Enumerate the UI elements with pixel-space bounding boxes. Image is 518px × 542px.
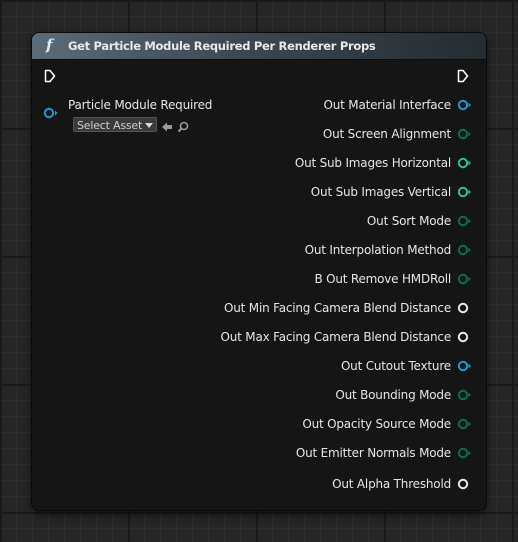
output-pin[interactable] [457,478,473,490]
output-pin-label: B Out Remove HMDRoll [314,272,451,286]
exec-output-pin-icon[interactable] [457,69,469,83]
output-pin-label: Out Emitter Normals Mode [295,446,451,460]
output-pin[interactable] [457,157,473,169]
output-pin-label: Out Sub Images Horizontal [294,156,451,170]
function-icon: f [46,36,53,54]
node-header[interactable]: f Get Particle Module Required Per Rende… [32,33,486,60]
output-pin-label: Out Bounding Mode [335,388,451,402]
output-pin[interactable] [457,389,473,401]
output-pin[interactable] [457,128,473,140]
output-pin[interactable] [457,418,473,430]
output-pin[interactable] [457,99,473,111]
output-pin[interactable] [457,273,473,285]
output-pin[interactable] [457,186,473,198]
particle-module-input-label: Particle Module Required [68,98,213,112]
output-pin[interactable] [457,360,473,372]
node-title: Get Particle Module Required Per Rendere… [68,39,376,53]
particle-module-input-pin[interactable] [43,107,59,119]
output-pin[interactable] [457,302,473,314]
exec-input-pin-icon[interactable] [44,69,56,83]
output-pin[interactable] [457,331,473,343]
select-asset-dropdown[interactable]: Select Asset [73,117,157,132]
output-pin[interactable] [457,447,473,459]
output-pin-label: Out Screen Alignment [322,127,451,141]
output-pin-label: Out Material Interface [323,98,452,112]
output-pin-label: Out Interpolation Method [304,243,452,257]
magnifier-icon[interactable] [177,118,189,133]
arrow-left-icon[interactable] [161,118,173,132]
output-pin[interactable] [457,244,473,256]
output-pin-label: Out Opacity Source Mode [302,417,451,431]
output-pin[interactable] [457,215,473,227]
chevron-down-icon [145,123,153,128]
output-pin-label: Out Max Facing Camera Blend Distance [220,330,452,344]
output-pin-label: Out Sub Images Vertical [310,185,451,199]
output-pin-label: Out Cutout Texture [340,359,451,373]
output-pin-label: Out Alpha Threshold [332,477,451,491]
output-pin-label: Out Sort Mode [366,214,451,228]
output-pin-label: Out Min Facing Camera Blend Distance [224,301,451,315]
select-asset-label: Select Asset [77,119,143,132]
